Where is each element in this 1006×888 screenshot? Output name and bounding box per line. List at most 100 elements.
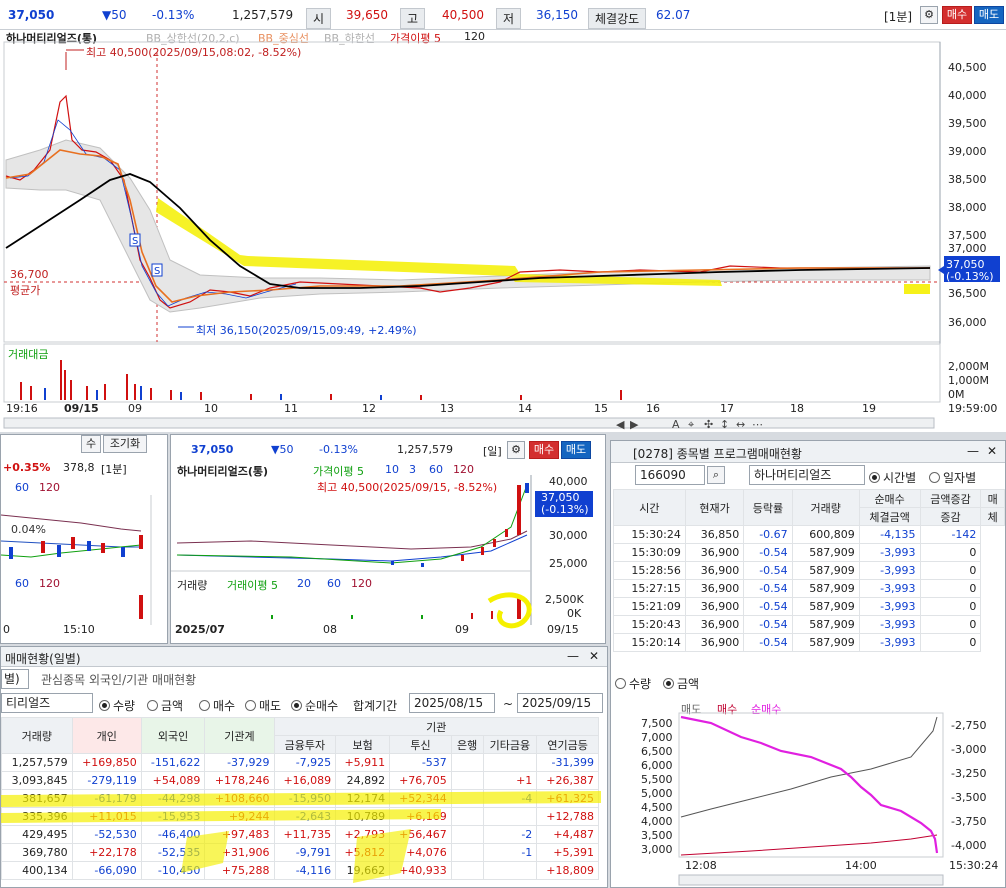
col-other-fin: 기타금융 [482, 735, 538, 754]
program-cell: 15:20:43 [613, 615, 686, 634]
investor-cell: -537 [389, 753, 452, 772]
program-cell: -0.67 [743, 525, 793, 544]
program-cell: -3,993 [858, 615, 921, 634]
x-tick: 13 [440, 402, 454, 415]
mini-tab[interactable]: 수 [81, 435, 101, 453]
program-cell: 0 [919, 615, 982, 634]
x-tick: 19:16 [6, 402, 38, 415]
volume: 1,257,579 [232, 8, 294, 22]
x-tick: 19:59:00 [948, 402, 998, 415]
program-cell: 15:28:56 [613, 561, 686, 580]
program-cell: 587,909 [791, 561, 860, 580]
mode-qty[interactable]: 수량 [99, 697, 135, 714]
highlighter-marks [1, 791, 601, 883]
option-date[interactable]: 일자별 [929, 469, 976, 486]
investor-cell: -31,399 [536, 753, 599, 772]
date-to-input[interactable]: 2025/09/15 [517, 693, 603, 713]
crosshair-icon[interactable]: ⌖ [688, 418, 694, 432]
y-tick: 38,000 [948, 201, 987, 214]
tab-daily[interactable]: 별) [1, 669, 29, 689]
program-cell: -4,135 [858, 525, 921, 544]
daily-interval[interactable]: [일] [483, 443, 502, 459]
x-tick: 15 [594, 402, 608, 415]
col-bank: 은행 [450, 735, 484, 754]
daily-vol-20: 20 [297, 577, 311, 590]
scroll-left-icon[interactable]: ◀ [616, 418, 624, 431]
daily-y-tick: 40,000 [549, 475, 588, 488]
program-cell: 36,900 [684, 615, 745, 634]
program-row[interactable]: 15:30:09 36,900 -0.54 587,909 -3,993 0 [613, 543, 1005, 562]
horizontal-line-icon[interactable]: ↔ [736, 418, 745, 431]
investor-cell [482, 753, 538, 772]
date-from-input[interactable]: 2025/08/15 [409, 693, 495, 713]
program-row[interactable]: 15:28:56 36,900 -0.54 587,909 -3,993 0 [613, 561, 1005, 580]
program-cell: 36,900 [684, 579, 745, 598]
daily-vol-120: 120 [351, 577, 372, 590]
col-volume: 거래량 [1, 717, 73, 754]
more-tools-icon[interactable]: ⋯ [752, 418, 763, 431]
stock-name-field[interactable]: 하나머티리얼즈 [749, 465, 865, 485]
vol-tick: 1,000M [948, 374, 989, 387]
mini-chart-canvas[interactable] [1, 495, 168, 625]
side-sell[interactable]: 매도 [245, 697, 281, 714]
investor-row[interactable]: 1,257,579 +169,850 -151,622 -37,929 -7,925 +5… [1, 753, 599, 772]
program-cell: -3,993 [858, 597, 921, 616]
daily-sell-button[interactable]: 매도 [561, 441, 591, 459]
program-row[interactable]: 15:20:14 36,900 -0.54 587,909 -3,993 0 [613, 633, 1005, 652]
x-tick: 12 [362, 402, 376, 415]
program-cell: -3,993 [858, 561, 921, 580]
close-icon[interactable]: ✕ [987, 444, 997, 458]
chart-option-amount[interactable]: 금액 [663, 675, 699, 692]
low-label: 저 [496, 8, 522, 29]
x-tick: 09 [128, 402, 142, 415]
program-row[interactable]: 15:30:24 36,850 -0.67 600,809 -4,135 -142 [613, 525, 1005, 544]
signal-marker: S [132, 236, 138, 247]
chart-option-qty[interactable]: 수량 [615, 675, 651, 692]
program-cell: 587,909 [791, 543, 860, 562]
move-icon[interactable]: ✣ [704, 418, 713, 431]
open-label: 시 [306, 8, 332, 29]
stock-code-input[interactable]: 166090 [635, 465, 705, 485]
program-row[interactable]: 15:20:43 36,900 -0.54 587,909 -3,993 0 [613, 615, 1005, 634]
right-tick: -2,750 [951, 719, 987, 732]
daily-gear-icon[interactable]: ⚙ [507, 441, 525, 459]
change-rate: -0.13% [152, 8, 195, 22]
program-cell: 0 [919, 633, 982, 652]
program-cell: 36,900 [684, 633, 745, 652]
minimize-icon[interactable]: — [967, 444, 979, 458]
option-time[interactable]: 시간별 [869, 469, 916, 486]
side-net[interactable]: 순매수 [291, 697, 338, 714]
close-icon[interactable]: ✕ [589, 649, 599, 663]
program-row[interactable]: 15:21:09 36,900 -0.54 587,909 -3,993 0 [613, 597, 1005, 616]
y-tick: 36,000 [948, 316, 987, 329]
price-change: ▼50 [102, 8, 127, 22]
mode-amount[interactable]: 금액 [147, 697, 183, 714]
sell-button[interactable]: 매도 [974, 6, 1004, 24]
program-cell: -3,993 [858, 543, 921, 562]
daily-y-tick: 30,000 [549, 529, 588, 542]
mini-price: 378,8 [63, 461, 95, 474]
buy-button[interactable]: 매수 [942, 6, 972, 24]
interval-label[interactable]: [1분] [884, 8, 912, 25]
scroll-right-icon[interactable]: ▶ [630, 418, 638, 431]
program-row[interactable]: 15:27:15 36,900 -0.54 587,909 -3,993 0 [613, 579, 1005, 598]
program-cell: 587,909 [791, 615, 860, 634]
mini-x-tick: 15:10 [63, 623, 95, 636]
sub-col-amount: 체결금액 [858, 507, 921, 526]
price-chart-canvas[interactable]: S S [0, 30, 1006, 432]
vertical-line-icon[interactable]: ↕ [720, 418, 729, 431]
minimize-icon[interactable]: — [567, 649, 579, 663]
main-chart-panel: 하나머티리얼즈(통) BB_상한선(20,2,c) BB_중심선 BB_하한선 … [0, 30, 1006, 432]
daily-buy-button[interactable]: 매수 [529, 441, 559, 459]
high-price: 40,500 [442, 8, 484, 22]
search-icon[interactable]: ⌕ [707, 466, 725, 484]
investor-stock-field[interactable]: 티리얼즈 [1, 693, 93, 713]
daily-x-tick: 09/15 [547, 623, 579, 636]
x-tick: 16 [646, 402, 660, 415]
mini-tab[interactable]: 조기화 [103, 435, 147, 453]
text-tool-icon[interactable]: A [672, 418, 680, 431]
tab-watchlist[interactable]: 관심종목 외국인/기관 매매현황 [41, 671, 196, 688]
side-buy[interactable]: 매수 [199, 697, 235, 714]
settings-gear-icon[interactable]: ⚙ [920, 6, 938, 24]
mini-left-chart: 수 조기화 +0.35% 378,8 [1분] 60 120 60 120 0.… [0, 434, 168, 644]
